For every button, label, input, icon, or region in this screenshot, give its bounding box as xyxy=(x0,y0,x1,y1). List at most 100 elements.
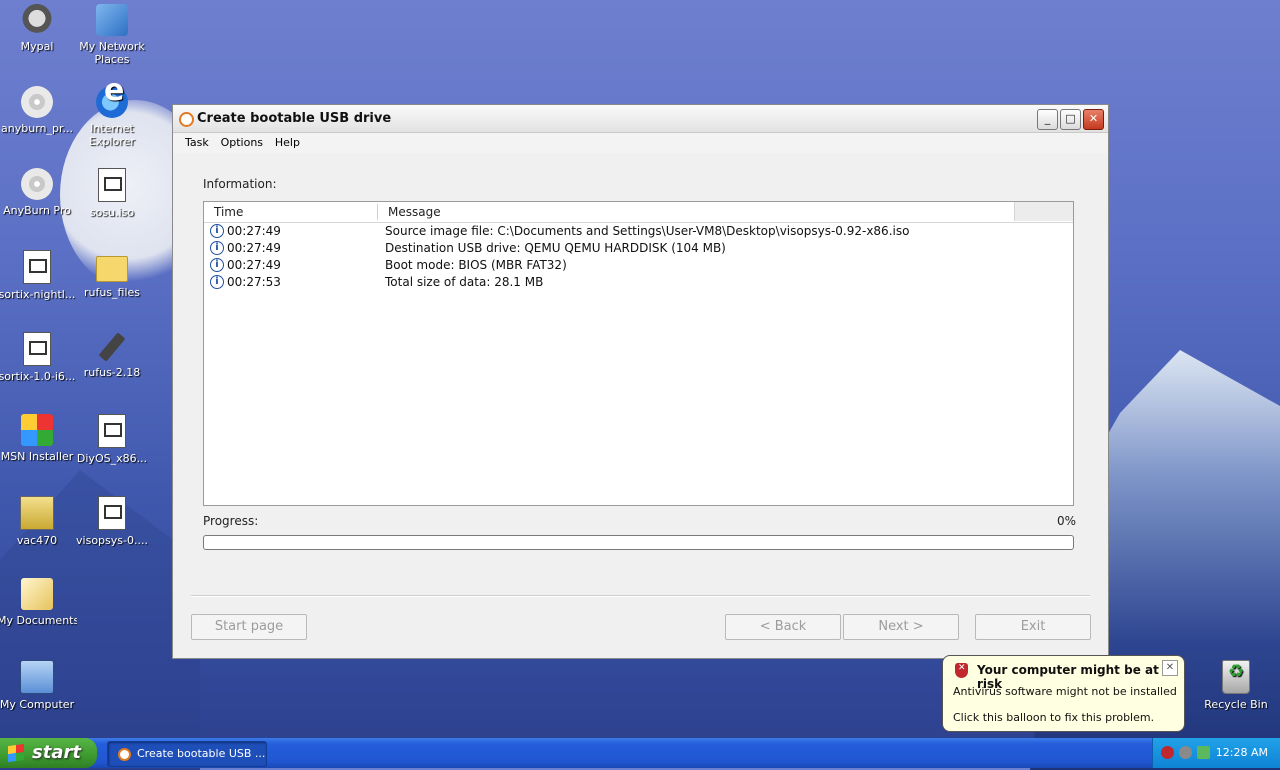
desktop-icon-label: Mypal xyxy=(20,40,54,53)
balloon-text: Click this balloon to fix this problem. xyxy=(953,711,1155,724)
log-list[interactable]: Time Message i 00:27:49 Source image fil… xyxy=(203,201,1074,506)
desktop-icon-my-computer[interactable]: My Computer xyxy=(0,660,77,711)
desktop-icon-rufus-2-18[interactable]: rufus-2.18 xyxy=(72,332,152,379)
my-computer-icon xyxy=(20,660,54,694)
desktop-icon-label: My Computer xyxy=(0,698,75,711)
desktop-icon-mypal[interactable]: Mypal xyxy=(0,4,77,53)
archive-icon xyxy=(20,496,54,530)
desktop-icon-sosu-iso[interactable]: sosu.iso xyxy=(72,168,152,219)
iso-file-icon xyxy=(98,496,126,530)
folder-icon xyxy=(96,256,128,282)
balloon-text: Antivirus software might not be installe… xyxy=(953,685,1177,698)
log-time: 00:27:49 xyxy=(227,224,281,238)
desktop-icon-recycle-bin[interactable]: Recycle Bin xyxy=(1196,660,1276,711)
desktop-icon-internet-explorer[interactable]: Internet Explorer xyxy=(72,84,152,148)
maximize-button[interactable]: □ xyxy=(1060,109,1081,130)
app-icon xyxy=(118,748,131,761)
desktop-icon-label: MSN Installer xyxy=(0,450,74,463)
anyburn-installer-icon xyxy=(21,86,53,118)
log-row[interactable]: i 00:27:49 Destination USB drive: QEMU Q… xyxy=(204,240,1073,257)
network-icon[interactable] xyxy=(1197,746,1210,759)
iso-file-icon xyxy=(98,414,126,448)
windows-flag-icon xyxy=(8,743,24,763)
recycle-bin-icon xyxy=(1222,660,1250,694)
menu-help[interactable]: Help xyxy=(271,133,304,152)
clock[interactable]: 12:28 AM xyxy=(1216,746,1268,759)
desktop-icon-label: rufus_files xyxy=(83,286,141,299)
start-page-button[interactable]: Start page xyxy=(191,614,307,640)
log-row[interactable]: i 00:27:53 Total size of data: 28.1 MB xyxy=(204,274,1073,291)
info-icon: i xyxy=(210,241,224,255)
desktop-icon-visopsys[interactable]: visopsys-0.... xyxy=(72,496,152,547)
iso-file-icon xyxy=(98,168,126,202)
desktop-icon-label: My Network Places xyxy=(79,40,145,66)
log-row[interactable]: i 00:27:49 Boot mode: BIOS (MBR FAT32) xyxy=(204,257,1073,274)
menu-task[interactable]: Task xyxy=(181,133,213,152)
desktop-icon-vac470[interactable]: vac470 xyxy=(0,496,77,547)
tray-app-icon[interactable] xyxy=(1179,746,1192,759)
desktop-icon-anyburn-pr[interactable]: anyburn_pr... xyxy=(0,86,77,135)
desktop-icon-sortix-1-0[interactable]: sortix-1.0-i6... xyxy=(0,332,77,383)
column-header-message[interactable]: Message xyxy=(388,205,441,219)
desktop-icon-label: sortix-nightl... xyxy=(0,288,76,301)
desktop-icon-rufus-files[interactable]: rufus_files xyxy=(72,250,152,299)
start-label: start xyxy=(32,742,81,763)
log-time: 00:27:49 xyxy=(227,258,281,272)
log-row[interactable]: i 00:27:49 Source image file: C:\Documen… xyxy=(204,223,1073,240)
column-separator[interactable] xyxy=(377,204,378,220)
desktop-icon-msn-installer[interactable]: MSN Installer xyxy=(0,414,77,463)
next-button[interactable]: Next > xyxy=(843,614,959,640)
log-message: Boot mode: BIOS (MBR FAT32) xyxy=(385,258,567,272)
menu-bar: Task Options Help xyxy=(173,133,1108,154)
log-time: 00:27:53 xyxy=(227,275,281,289)
desktop-icon-label: rufus-2.18 xyxy=(83,366,141,379)
desktop-icon-my-network-places[interactable]: My Network Places xyxy=(72,4,152,66)
create-usb-window: Create bootable USB drive _ □ ✕ Task Opt… xyxy=(172,104,1109,659)
desktop-icon-sortix-nightly[interactable]: sortix-nightl... xyxy=(0,250,77,301)
internet-explorer-icon xyxy=(96,84,128,118)
information-label: Information: xyxy=(203,177,277,191)
desktop-icon-label: vac470 xyxy=(16,534,58,547)
minimize-button[interactable]: _ xyxy=(1037,109,1058,130)
column-header-time[interactable]: Time xyxy=(214,205,243,219)
window-titlebar[interactable]: Create bootable USB drive _ □ ✕ xyxy=(173,105,1108,133)
desktop-icon-label: My Documents xyxy=(0,614,77,627)
window-title: Create bootable USB drive xyxy=(197,111,392,126)
anyburn-icon xyxy=(21,168,53,200)
taskbar-button-create-usb[interactable]: Create bootable USB ... xyxy=(107,741,267,767)
log-message: Total size of data: 28.1 MB xyxy=(385,275,544,289)
desktop-icon-label: Recycle Bin xyxy=(1204,698,1268,711)
network-places-icon xyxy=(96,4,128,36)
desktop-icon-anyburn-pro[interactable]: AnyBurn Pro xyxy=(0,168,77,217)
desktop-icon-label: Internet Explorer xyxy=(89,122,135,148)
info-icon: i xyxy=(210,275,224,289)
desktop-icon-my-documents[interactable]: My Documents xyxy=(0,578,77,627)
button-divider xyxy=(191,595,1090,597)
taskbar-button-label: Create bootable USB ... xyxy=(137,747,266,760)
balloon-close-button[interactable]: ✕ xyxy=(1162,660,1178,676)
security-balloon[interactable]: Your computer might be at risk ✕ Antivir… xyxy=(942,655,1185,732)
security-alert-icon[interactable] xyxy=(1161,746,1174,759)
start-button[interactable]: start xyxy=(0,738,97,768)
progress-bar xyxy=(203,535,1074,550)
back-button[interactable]: < Back xyxy=(725,614,841,640)
usb-drive-icon xyxy=(98,332,126,362)
mypal-icon xyxy=(21,4,53,36)
taskbar: start Create bootable USB ... 12:28 AM xyxy=(0,738,1280,768)
msn-icon xyxy=(21,414,53,446)
desktop-icon-label: DiyOS_x86... xyxy=(76,452,148,465)
column-header-filler xyxy=(1014,202,1073,221)
progress-percent: 0% xyxy=(1056,514,1076,528)
log-list-header: Time Message xyxy=(204,202,1073,223)
log-message: Destination USB drive: QEMU QEMU HARDDIS… xyxy=(385,241,726,255)
info-icon: i xyxy=(210,224,224,238)
menu-options[interactable]: Options xyxy=(217,133,267,152)
info-icon: i xyxy=(210,258,224,272)
exit-button[interactable]: Exit xyxy=(975,614,1091,640)
system-tray: 12:28 AM xyxy=(1152,738,1280,768)
window-content: Information: Time Message i 00:27:49 Sou… xyxy=(173,153,1108,658)
close-button[interactable]: ✕ xyxy=(1083,109,1104,130)
desktop-icon-label: AnyBurn Pro xyxy=(3,204,71,217)
desktop-icon-diyos[interactable]: DiyOS_x86... xyxy=(72,414,152,465)
progress-label: Progress: xyxy=(203,514,259,528)
